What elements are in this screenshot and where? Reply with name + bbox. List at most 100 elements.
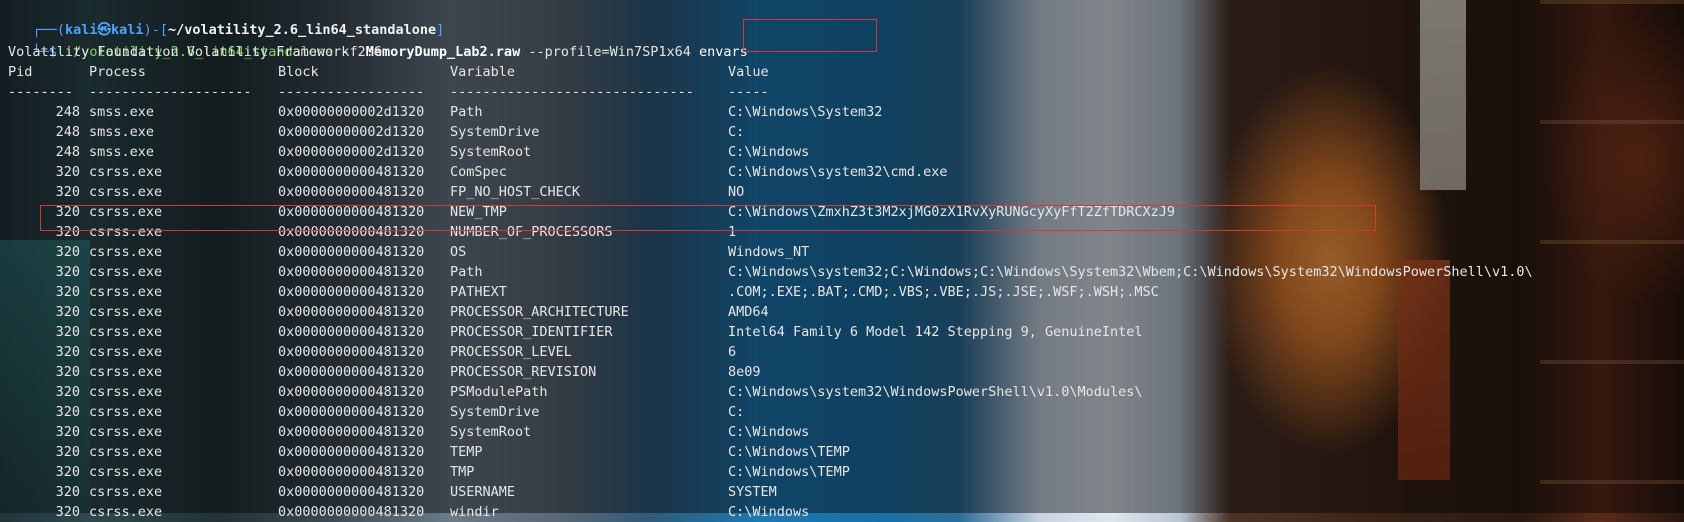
row-block: 0x0000000000481320	[278, 164, 425, 180]
row-block: 0x0000000000481320	[278, 184, 425, 200]
row-variable: USERNAME	[450, 484, 516, 500]
prompt-line: ┌──(kali㉿kali)-[~/volatility_2.6_lin64_s…	[0, 0, 445, 38]
row-pid: 320	[55, 464, 80, 480]
row-variable: PROCESSOR_REVISION	[450, 364, 597, 380]
table-row: 320 csrss.exe 0x0000000000481320 ComSpec C:\…	[0, 162, 1684, 182]
row-variable: ComSpec	[450, 164, 507, 180]
row-process: csrss.exe	[89, 284, 163, 300]
header-variable: Variable	[450, 64, 516, 80]
terminal-window[interactable]: ┌──(kali㉿kali)-[~/volatility_2.6_lin64_s…	[0, 0, 1684, 520]
row-pid: 320	[55, 484, 80, 500]
header-block: Block	[278, 64, 319, 80]
row-value: C:\Windows\System32	[728, 104, 883, 120]
row-value: C:\Windows\TEMP	[728, 464, 850, 480]
table-row: 320 csrss.exe 0x0000000000481320 Path C:\Win…	[0, 262, 1684, 282]
row-pid: 320	[55, 264, 80, 280]
highlight-box-plugin	[743, 19, 877, 52]
row-block: 0x0000000000481320	[278, 224, 425, 240]
row-process: csrss.exe	[89, 464, 163, 480]
row-variable: NUMBER_OF_PROCESSORS	[450, 224, 613, 240]
row-process: csrss.exe	[89, 324, 163, 340]
command-memory-file: MemoryDump_Lab2.raw	[365, 44, 521, 60]
row-value: C:\Windows	[728, 504, 810, 520]
row-value: 8e09	[728, 364, 761, 380]
row-process: csrss.exe	[89, 244, 163, 260]
row-process: csrss.exe	[89, 444, 163, 460]
row-pid: 320	[55, 164, 80, 180]
row-block: 0x00000000002d1320	[278, 144, 425, 160]
row-block: 0x0000000000481320	[278, 484, 425, 500]
row-pid: 320	[55, 404, 80, 420]
table-row: 320 csrss.exe 0x0000000000481320 SystemDriv…	[0, 402, 1684, 422]
row-process: csrss.exe	[89, 204, 163, 220]
row-block: 0x0000000000481320	[278, 404, 425, 420]
row-block: 0x0000000000481320	[278, 324, 425, 340]
row-process: smss.exe	[89, 104, 155, 120]
row-block: 0x0000000000481320	[278, 304, 425, 320]
row-value: 1	[728, 224, 737, 240]
row-pid: 320	[55, 384, 80, 400]
table-row: 320 csrss.exe 0x0000000000481320 PROCESSOR_…	[0, 302, 1684, 322]
header-process: Process	[89, 64, 146, 80]
row-pid: 320	[55, 424, 80, 440]
row-block: 0x0000000000481320	[278, 464, 425, 480]
row-block: 0x00000000002d1320	[278, 124, 425, 140]
separator-block: ------------------	[278, 84, 425, 100]
row-block: 0x0000000000481320	[278, 244, 425, 260]
row-process: csrss.exe	[89, 184, 163, 200]
row-block: 0x0000000000481320	[278, 424, 425, 440]
row-pid: 320	[55, 204, 80, 220]
table-row: 320 csrss.exe 0x0000000000481320 windir C:\W…	[0, 502, 1684, 522]
table-row: 248 smss.exe 0x00000000002d1320 SystemRoot C…	[0, 142, 1684, 162]
command-plugin: envars	[699, 44, 748, 60]
row-value: C:\Windows\ZmxhZ3t3M2xjMG0zX1RvXyRUNGcyX…	[728, 204, 1176, 220]
table-separator: -------- -------------------- ----------…	[0, 82, 1684, 102]
row-variable: SystemDrive	[450, 404, 540, 420]
separator-process: --------------------	[89, 84, 252, 100]
row-variable: PSModulePath	[450, 384, 548, 400]
row-variable: OS	[450, 244, 467, 260]
table-row: 320 csrss.exe 0x0000000000481320 NEW_TMP C:\…	[0, 202, 1684, 222]
command-profile: --profile=Win7SP1x64	[520, 44, 700, 60]
table-row: 320 csrss.exe 0x0000000000481320 SystemRoot…	[0, 422, 1684, 442]
row-pid: 320	[55, 324, 80, 340]
row-process: csrss.exe	[89, 404, 163, 420]
row-variable: Path	[450, 104, 483, 120]
row-process: csrss.exe	[89, 384, 163, 400]
row-variable: PROCESSOR_ARCHITECTURE	[450, 304, 629, 320]
row-pid: 248	[55, 104, 80, 120]
row-pid: 320	[55, 284, 80, 300]
row-value: C:	[728, 124, 745, 140]
row-pid: 320	[55, 244, 80, 260]
header-pid: Pid	[8, 64, 33, 80]
row-value: Intel64 Family 6 Model 142 Stepping 9, G…	[728, 324, 1143, 340]
row-value: C:\Windows\TEMP	[728, 444, 850, 460]
table-row: 320 csrss.exe 0x0000000000481320 PROCESSOR_…	[0, 342, 1684, 362]
row-value: Windows_NT	[728, 244, 810, 260]
row-variable: SystemDrive	[450, 124, 540, 140]
row-pid: 320	[55, 344, 80, 360]
table-row: 320 csrss.exe 0x0000000000481320 PATHEXT .CO…	[0, 282, 1684, 302]
table-row: 248 smss.exe 0x00000000002d1320 Path C:\Wind…	[0, 102, 1684, 122]
row-variable: PROCESSOR_LEVEL	[450, 344, 572, 360]
row-block: 0x0000000000481320	[278, 204, 425, 220]
table-row: 248 smss.exe 0x00000000002d1320 SystemDrive…	[0, 122, 1684, 142]
row-value: C:\Windows	[728, 424, 810, 440]
row-process: csrss.exe	[89, 484, 163, 500]
row-process: csrss.exe	[89, 504, 163, 520]
row-pid: 320	[55, 184, 80, 200]
row-pid: 248	[55, 124, 80, 140]
table-row: 320 csrss.exe 0x0000000000481320 TMP C:\Wind…	[0, 462, 1684, 482]
row-value: NO	[728, 184, 745, 200]
row-process: csrss.exe	[89, 364, 163, 380]
row-block: 0x0000000000481320	[278, 384, 425, 400]
row-block: 0x0000000000481320	[278, 364, 425, 380]
table-row: 320 csrss.exe 0x0000000000481320 USERNAME SY…	[0, 482, 1684, 502]
table-row: 320 csrss.exe 0x0000000000481320 PSModulePa…	[0, 382, 1684, 402]
row-process: csrss.exe	[89, 344, 163, 360]
row-variable: windir	[450, 504, 499, 520]
row-block: 0x0000000000481320	[278, 264, 425, 280]
command-line[interactable]: └─$ ./volatility_2.6_lin64_standalone -f…	[0, 22, 748, 60]
row-process: csrss.exe	[89, 304, 163, 320]
table-row: 320 csrss.exe 0x0000000000481320 OS Windows_…	[0, 242, 1684, 262]
